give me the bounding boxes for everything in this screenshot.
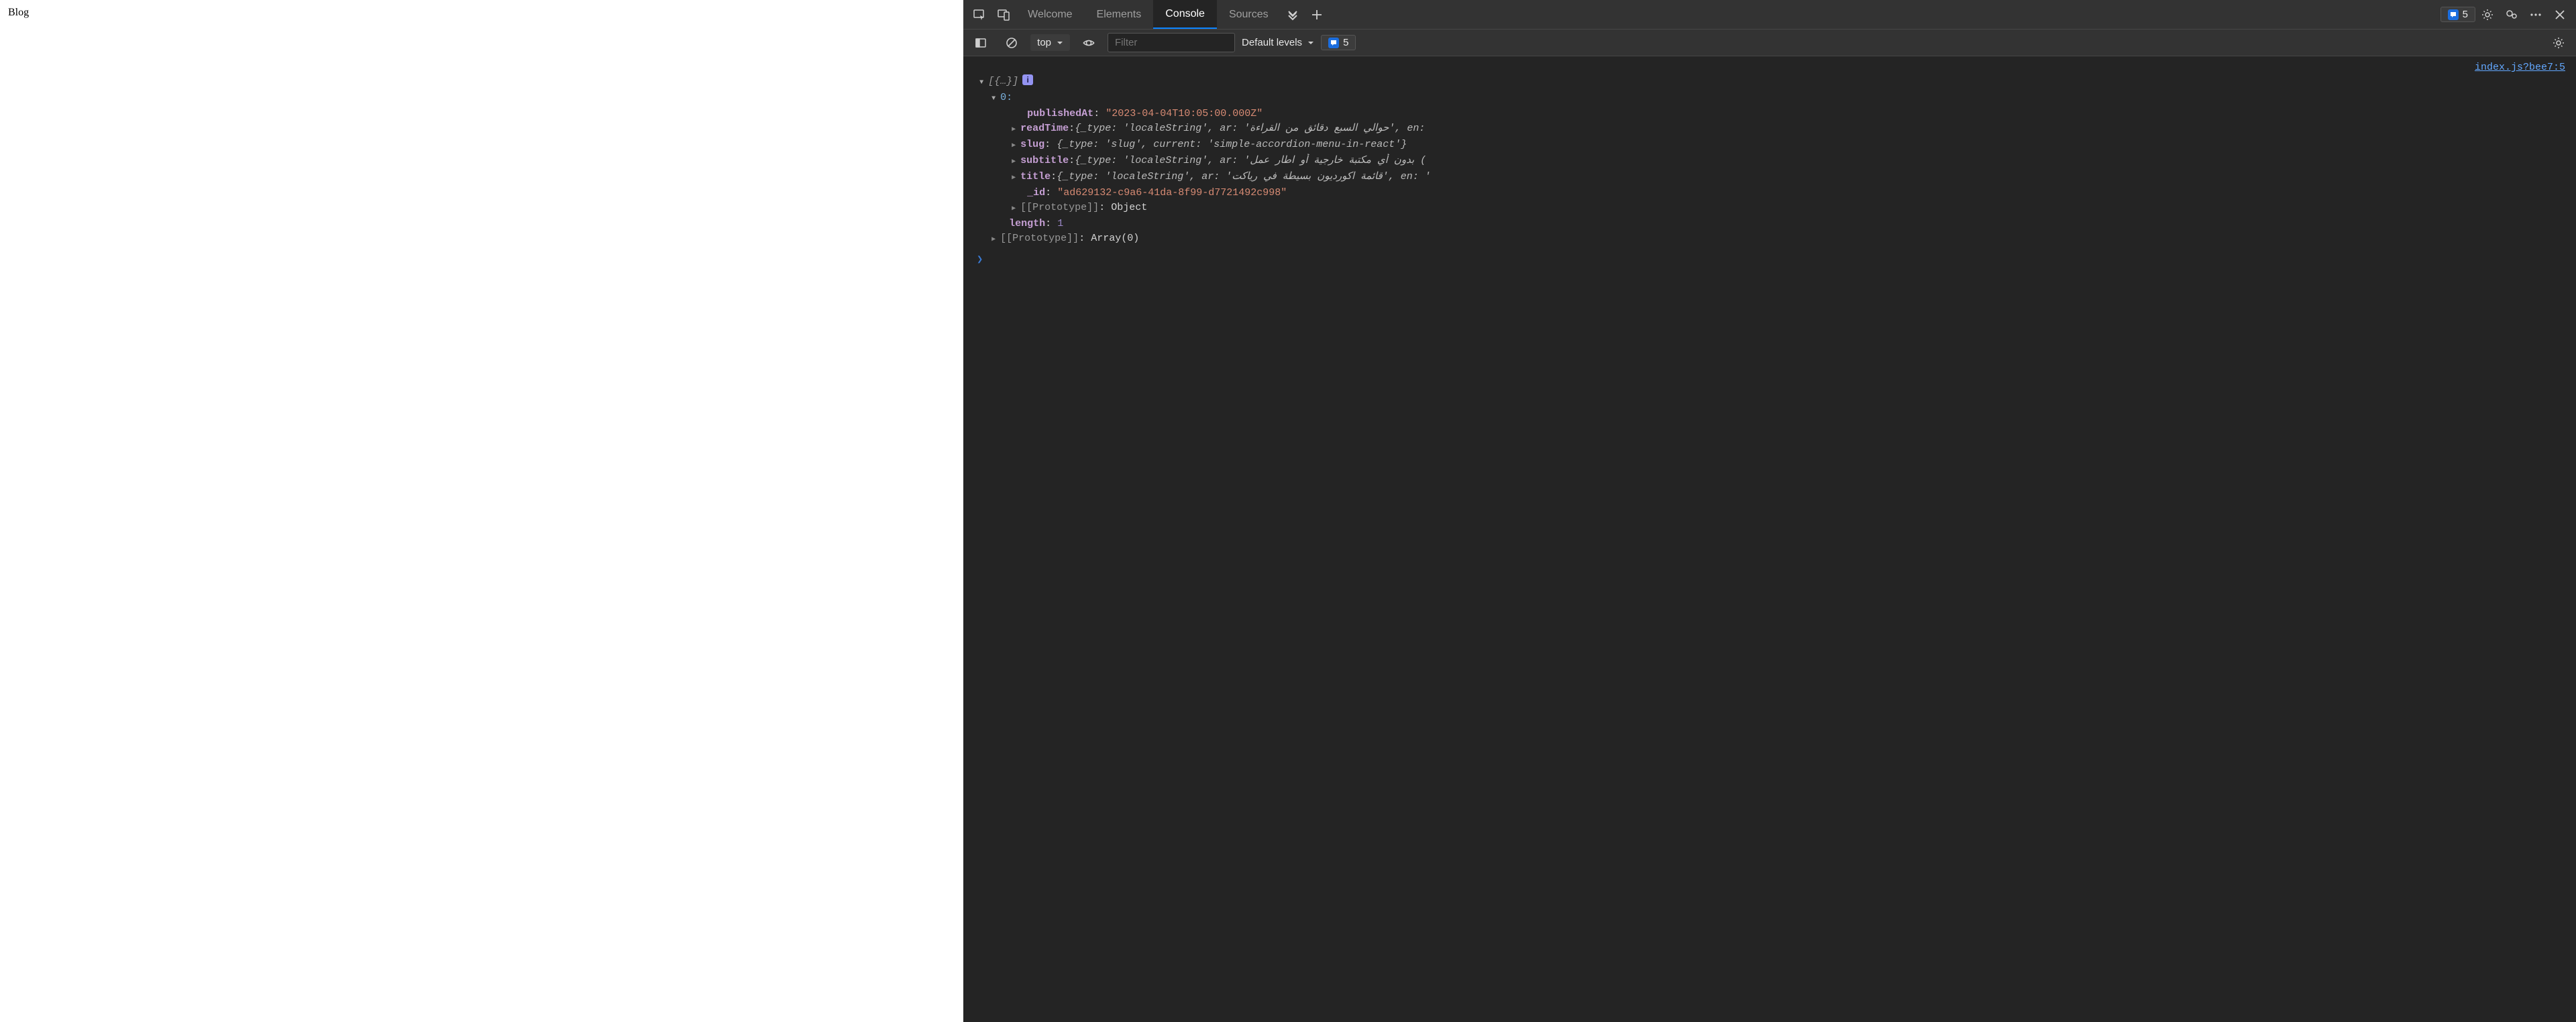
issue-count: 5 (2463, 9, 2468, 20)
page-viewport: Blog (0, 0, 963, 1022)
clear-console-icon[interactable] (1000, 31, 1024, 55)
issue-bubble-icon (2448, 9, 2459, 20)
context-label: top (1037, 37, 1051, 48)
disclosure-triangle-icon[interactable] (1009, 201, 1018, 217)
disclosure-triangle-icon[interactable] (989, 231, 998, 247)
disclosure-triangle-icon[interactable] (1009, 121, 1018, 137)
chevron-down-icon (1307, 40, 1314, 46)
info-badge-icon[interactable]: i (1022, 74, 1033, 85)
device-toolbar-icon[interactable] (991, 3, 1016, 27)
tab-console[interactable]: Console (1153, 0, 1217, 29)
disclosure-triangle-icon[interactable] (989, 91, 998, 107)
log-prop-publishedAt[interactable]: publishedAt: "2023-04-04T10:05:00.000Z" (970, 107, 2576, 121)
toolbar-issues-badge[interactable]: 5 (1321, 35, 1356, 50)
log-index-0[interactable]: 0: (970, 91, 2576, 107)
log-prop-subtitle[interactable]: subtitle: {_type: 'localeString', ar: 'ب… (970, 154, 2576, 170)
source-link[interactable]: index.js?bee7:5 (2475, 62, 2565, 73)
log-prototype-object[interactable]: [[Prototype]]: Object (970, 201, 2576, 217)
inspect-element-icon[interactable] (967, 3, 991, 27)
devtools-panel: Welcome Elements Console Sources (963, 0, 2576, 1022)
live-expression-icon[interactable] (1077, 31, 1101, 55)
tab-welcome[interactable]: Welcome (1016, 0, 1084, 29)
console-toolbar: top Default levels 5 (963, 30, 2576, 56)
log-prop-length[interactable]: length: 1 (970, 217, 2576, 231)
context-selector[interactable]: top (1030, 34, 1070, 51)
more-options-icon[interactable] (2524, 3, 2548, 27)
chevron-down-icon (1057, 40, 1063, 46)
page-heading: Blog (8, 7, 29, 18)
feedback-icon[interactable] (2500, 3, 2524, 27)
disclosure-triangle-icon[interactable] (1009, 170, 1018, 186)
devtools-tabstrip: Welcome Elements Console Sources (963, 0, 2576, 30)
log-array-summary[interactable]: [{…}] i (970, 74, 2576, 91)
settings-icon[interactable] (2475, 3, 2500, 27)
new-tab-icon[interactable] (1305, 3, 1329, 27)
more-tabs-icon[interactable] (1281, 3, 1305, 27)
console-output: index.js?bee7:5 [{…}] i 0: publishedAt: … (963, 56, 2576, 1022)
console-prompt[interactable]: ❯ (970, 247, 2576, 266)
tab-elements[interactable]: Elements (1085, 0, 1154, 29)
disclosure-triangle-icon[interactable] (1009, 137, 1018, 154)
toggle-sidebar-icon[interactable] (969, 31, 993, 55)
issue-bubble-icon (1328, 38, 1339, 48)
issues-badge[interactable]: 5 (2440, 7, 2475, 22)
filter-input[interactable] (1108, 33, 1235, 52)
log-levels-dropdown[interactable]: Default levels (1242, 37, 1314, 48)
issue-count: 5 (1343, 37, 1348, 48)
log-prop-title[interactable]: title: {_type: 'localeString', ar: 'قائم… (970, 170, 2576, 186)
levels-label: Default levels (1242, 37, 1302, 48)
log-prototype-array[interactable]: [[Prototype]]: Array(0) (970, 231, 2576, 247)
console-settings-icon[interactable] (2546, 31, 2571, 55)
log-prop-slug[interactable]: slug: {_type: 'slug', current: 'simple-a… (970, 137, 2576, 154)
tab-sources[interactable]: Sources (1217, 0, 1281, 29)
disclosure-triangle-icon[interactable] (1009, 154, 1018, 170)
disclosure-triangle-icon[interactable] (977, 74, 986, 91)
close-devtools-icon[interactable] (2548, 3, 2572, 27)
log-prop-id[interactable]: _id: "ad629132-c9a6-41da-8f99-d7721492c9… (970, 186, 2576, 201)
log-prop-readTime[interactable]: readTime: {_type: 'localeString', ar: 'ح… (970, 121, 2576, 137)
